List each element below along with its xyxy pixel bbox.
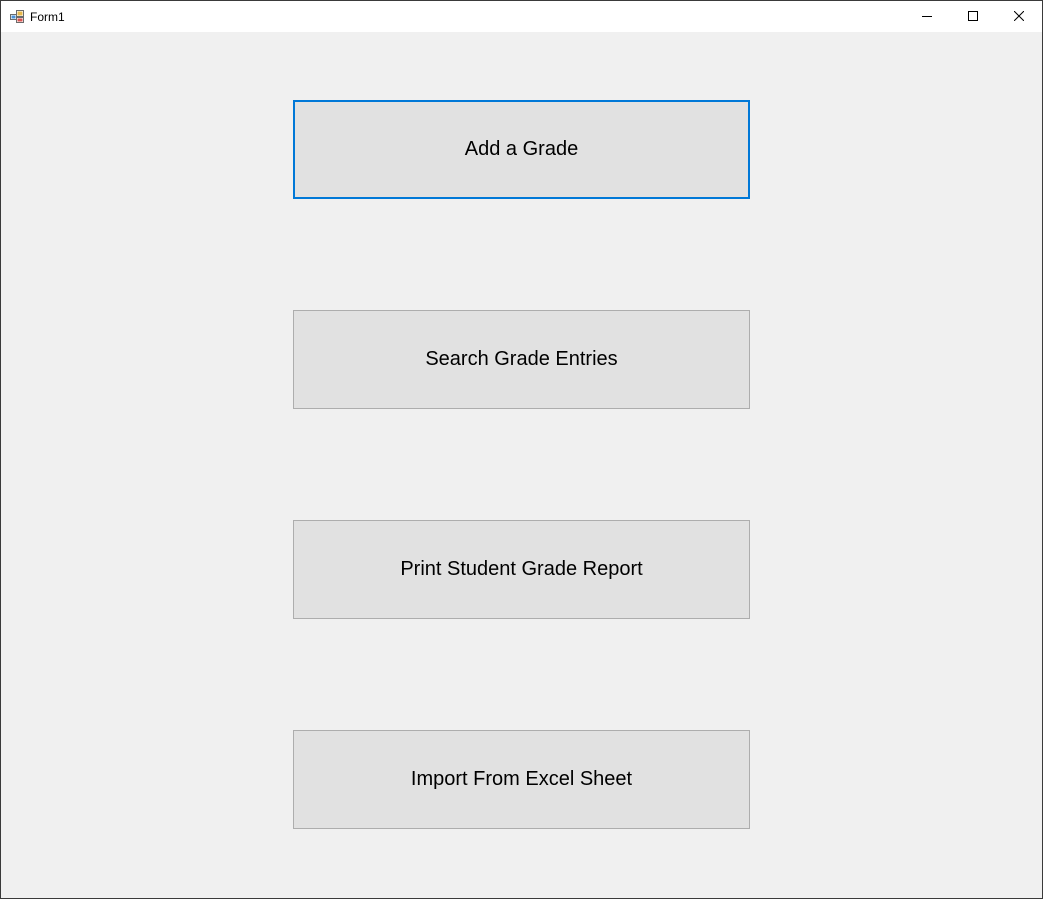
close-button[interactable] <box>996 1 1042 32</box>
app-window: Form1 Add a Grade Search Grade Entries P… <box>0 0 1043 899</box>
add-grade-button[interactable]: Add a Grade <box>293 100 750 199</box>
print-student-grade-report-button[interactable]: Print Student Grade Report <box>293 520 750 619</box>
minimize-button[interactable] <box>904 1 950 32</box>
import-from-excel-sheet-button[interactable]: Import From Excel Sheet <box>293 730 750 829</box>
window-title: Form1 <box>30 10 65 24</box>
search-grade-entries-button[interactable]: Search Grade Entries <box>293 310 750 409</box>
form-client-area: Add a Grade Search Grade Entries Print S… <box>1 32 1042 898</box>
maximize-icon <box>968 8 978 26</box>
minimize-icon <box>922 8 932 26</box>
close-icon <box>1013 8 1025 26</box>
title-bar[interactable]: Form1 <box>1 1 1042 32</box>
app-icon <box>10 10 24 23</box>
maximize-button[interactable] <box>950 1 996 32</box>
